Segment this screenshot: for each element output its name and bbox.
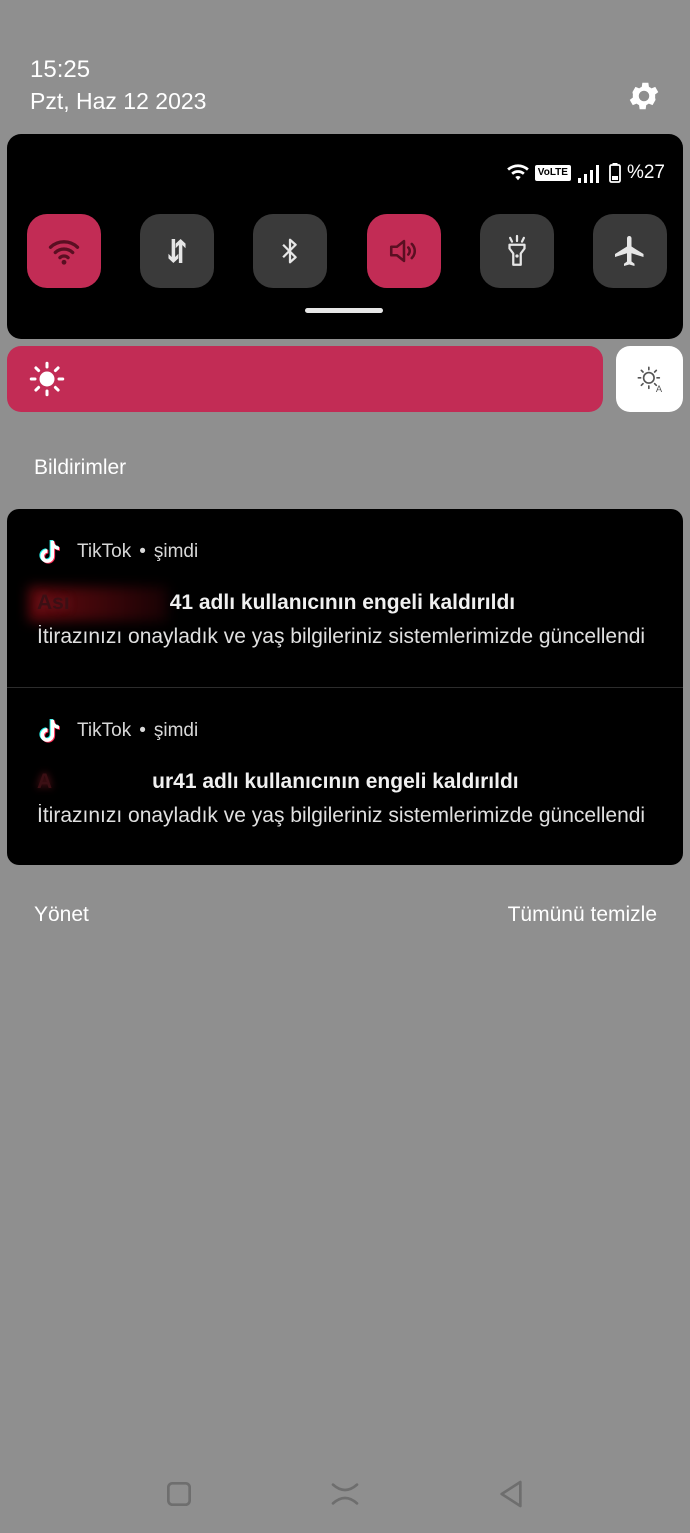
brightness-slider[interactable] bbox=[7, 346, 603, 412]
notification-header: TikTok • şimdi bbox=[35, 537, 198, 567]
home-icon[interactable] bbox=[329, 1478, 361, 1510]
signal-icon bbox=[577, 165, 599, 183]
tile-flashlight[interactable] bbox=[479, 214, 554, 288]
notification-title-redacted: A bbox=[37, 770, 53, 793]
tiktok-icon bbox=[39, 719, 60, 743]
auto-brightness-button[interactable]: A bbox=[616, 346, 683, 412]
notification-title-text: ur41 adlı kullanıcının engeli kaldırıldı bbox=[152, 770, 519, 793]
volte-badge: VoLTE bbox=[534, 165, 571, 181]
navigation-bar bbox=[0, 1460, 690, 1530]
panel-drag-handle[interactable] bbox=[305, 308, 383, 313]
notification-title-text: 41 adlı kullanıcının engeli kaldırıldı bbox=[169, 591, 516, 614]
notification-body: İtirazınızı onayladık ve yaş bilgilerini… bbox=[37, 625, 646, 648]
shade-header: 15:25 Pzt, Haz 12 2023 bbox=[0, 0, 690, 130]
tile-bluetooth[interactable] bbox=[253, 214, 328, 288]
tile-sound[interactable] bbox=[366, 214, 441, 288]
notifications-heading: Bildirimler bbox=[34, 456, 127, 479]
back-icon[interactable] bbox=[495, 1478, 527, 1510]
battery-percent: %27 bbox=[626, 162, 665, 183]
status-bar: VoLTE %27 bbox=[506, 162, 665, 184]
manage-button[interactable]: Yönet bbox=[34, 903, 89, 927]
notification-separator: • bbox=[139, 720, 146, 741]
clock: 15:25 bbox=[30, 56, 91, 83]
flashlight-icon bbox=[508, 234, 526, 266]
speaker-icon bbox=[389, 239, 416, 263]
sun-icon bbox=[29, 361, 65, 397]
wifi-icon bbox=[506, 164, 529, 181]
tile-airplane[interactable] bbox=[592, 214, 667, 288]
notification-separator: • bbox=[139, 541, 146, 562]
notification-title: Aur41 adlı kullanıcının engeli kaldırıld… bbox=[37, 770, 519, 794]
notification-body: İtirazınızı onayladık ve yaş bilgilerini… bbox=[37, 804, 646, 827]
data-arrows-icon bbox=[168, 239, 186, 263]
quick-settings-panel: VoLTE %27 bbox=[7, 134, 683, 339]
notification-title: Ası 41 adlı kullanıcının engeli kaldırıld… bbox=[37, 591, 515, 615]
notification-app-name: TikTok bbox=[77, 720, 132, 741]
airplane-icon bbox=[614, 236, 644, 266]
gear-icon[interactable] bbox=[626, 78, 662, 114]
auto-brightness-icon: A bbox=[637, 366, 662, 393]
notification-item[interactable]: TikTok • şimdi Ası 41 adlı kullanıcının e… bbox=[7, 509, 683, 687]
notification-item[interactable]: TikTok • şimdi Aur41 adlı kullanıcının e… bbox=[7, 687, 683, 865]
recents-icon[interactable] bbox=[163, 1478, 195, 1510]
battery-icon bbox=[609, 163, 621, 183]
svg-text:A: A bbox=[655, 384, 662, 393]
notification-app-name: TikTok bbox=[77, 541, 132, 562]
notification-group: TikTok • şimdi Ası 41 adlı kullanıcının e… bbox=[7, 509, 683, 865]
notification-title-redacted: Ası bbox=[37, 591, 70, 614]
tiktok-icon bbox=[39, 540, 60, 564]
wifi-icon bbox=[48, 240, 80, 265]
date-label: Pzt, Haz 12 2023 bbox=[30, 88, 207, 114]
notification-time: şimdi bbox=[153, 720, 199, 741]
clear-all-button[interactable]: Tümünü temizle bbox=[508, 903, 657, 927]
quick-tiles-row bbox=[27, 214, 667, 288]
bluetooth-icon bbox=[282, 238, 298, 264]
tile-wifi[interactable] bbox=[27, 214, 101, 288]
notification-time: şimdi bbox=[153, 541, 199, 562]
tile-mobile-data[interactable] bbox=[140, 214, 215, 288]
notification-header: TikTok • şimdi bbox=[35, 716, 198, 746]
